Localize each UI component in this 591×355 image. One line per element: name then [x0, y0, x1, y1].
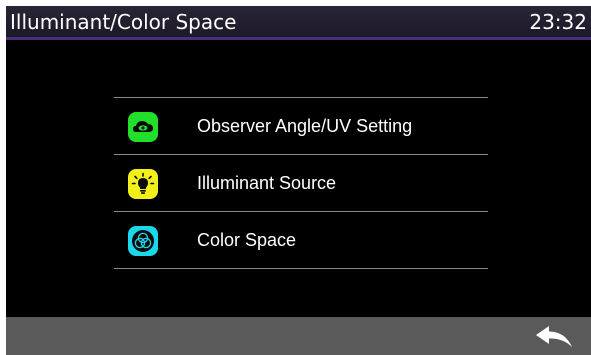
- eye-cloud-icon: [128, 112, 158, 142]
- page-title: Illuminant/Color Space: [10, 10, 237, 34]
- menu-divider: [114, 268, 488, 269]
- device-display: Illuminant/Color Space 23:32 Observer An…: [6, 6, 591, 355]
- menu-item-observer-angle[interactable]: Observer Angle/UV Setting: [114, 98, 488, 154]
- menu-item-label: Color Space: [197, 229, 297, 250]
- menu-item-label: Observer Angle/UV Setting: [197, 115, 413, 136]
- lightbulb-icon: [128, 169, 158, 199]
- bottom-bar: [6, 317, 591, 355]
- screen: Illuminant/Color Space 23:32 Observer An…: [0, 0, 591, 355]
- menu-item-illuminant-source[interactable]: Illuminant Source: [114, 155, 488, 211]
- clock: 23:32: [529, 10, 587, 34]
- menu-item-color-space[interactable]: Color Space: [114, 212, 488, 268]
- settings-menu: Observer Angle/UV Setting Illuminant Sou…: [114, 97, 488, 269]
- menu-item-label: Illuminant Source: [197, 172, 337, 193]
- color-circles-icon: [128, 226, 158, 256]
- title-bar: Illuminant/Color Space 23:32: [6, 6, 591, 40]
- back-arrow-icon[interactable]: [535, 325, 573, 349]
